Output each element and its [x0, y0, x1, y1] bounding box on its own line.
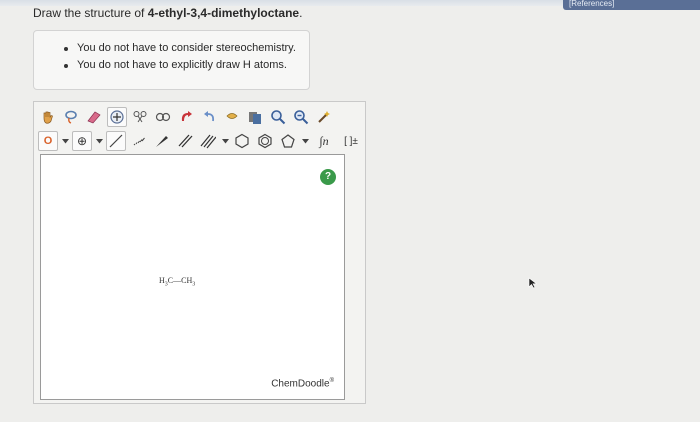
toolbar-row-2: O ⊕ ∫n []±: [38, 130, 363, 152]
single-bond-icon[interactable]: [106, 131, 126, 151]
question-suffix: .: [299, 6, 303, 20]
wedge-bond-icon[interactable]: [152, 131, 172, 151]
chevron-down-icon[interactable]: [301, 131, 309, 151]
link-icon[interactable]: [153, 107, 173, 127]
redo-icon[interactable]: [199, 107, 219, 127]
hashed-bond-icon[interactable]: [129, 131, 149, 151]
wand-icon[interactable]: [314, 107, 334, 127]
lasso-icon[interactable]: [61, 107, 81, 127]
molecule-ethane[interactable]: H3C—CH3: [159, 276, 195, 288]
copy-icon[interactable]: [245, 107, 265, 127]
atom-tool-oxygen[interactable]: O: [38, 131, 58, 151]
instruction-item: You do not have to explicitly draw H ato…: [64, 57, 309, 74]
template-label: ∫n: [319, 133, 329, 148]
zoom-out-icon[interactable]: [291, 107, 311, 127]
hand-icon[interactable]: [38, 107, 58, 127]
cut-icon[interactable]: [130, 107, 150, 127]
double-bond-icon[interactable]: [175, 131, 195, 151]
benzene-icon[interactable]: [255, 131, 275, 151]
eraser-icon[interactable]: [84, 107, 104, 127]
cyclohexane-icon[interactable]: [232, 131, 252, 151]
question-prefix: Draw the structure of: [33, 6, 148, 20]
charge-tool[interactable]: ⊕: [72, 131, 92, 151]
toolbar-row-1: [38, 106, 334, 128]
instructions-box: You do not have to consider stereochemis…: [33, 30, 310, 90]
atom-label: O: [43, 135, 53, 147]
clean-icon[interactable]: [222, 107, 242, 127]
undo-icon[interactable]: [176, 107, 196, 127]
chemdoodle-brand: ChemDoodle®: [271, 378, 334, 389]
references-tab[interactable]: [References]: [563, 0, 700, 10]
chevron-down-icon[interactable]: [61, 131, 69, 151]
question-text: Draw the structure of 4-ethyl-3,4-dimeth…: [33, 6, 302, 20]
zoom-in-icon[interactable]: [107, 107, 127, 127]
registered-mark: ®: [329, 377, 334, 384]
cursor-icon: [528, 276, 538, 294]
chevron-down-icon[interactable]: [95, 131, 103, 151]
template-tool[interactable]: ∫n: [312, 131, 336, 151]
help-button[interactable]: ?: [320, 169, 336, 185]
chem-editor: O ⊕ ∫n []± ? H3C—CH3 ChemDoodle®: [33, 101, 366, 404]
bracket-label: [ ]±: [344, 135, 358, 147]
compound-name: 4-ethyl-3,4-dimethyloctane: [147, 6, 300, 20]
charge-label: ⊕: [76, 134, 88, 148]
magnify-icon[interactable]: [268, 107, 288, 127]
bracket-tool[interactable]: [ ]±: [339, 131, 363, 151]
brand-text: ChemDoodle: [271, 378, 330, 389]
drawing-canvas[interactable]: ? H3C—CH3 ChemDoodle®: [40, 154, 345, 400]
chevron-down-icon[interactable]: [221, 131, 229, 151]
instruction-item: You do not have to consider stereochemis…: [64, 40, 309, 57]
triple-bond-icon[interactable]: [198, 131, 218, 151]
cyclopentane-icon[interactable]: [278, 131, 298, 151]
help-label: ?: [324, 171, 332, 182]
